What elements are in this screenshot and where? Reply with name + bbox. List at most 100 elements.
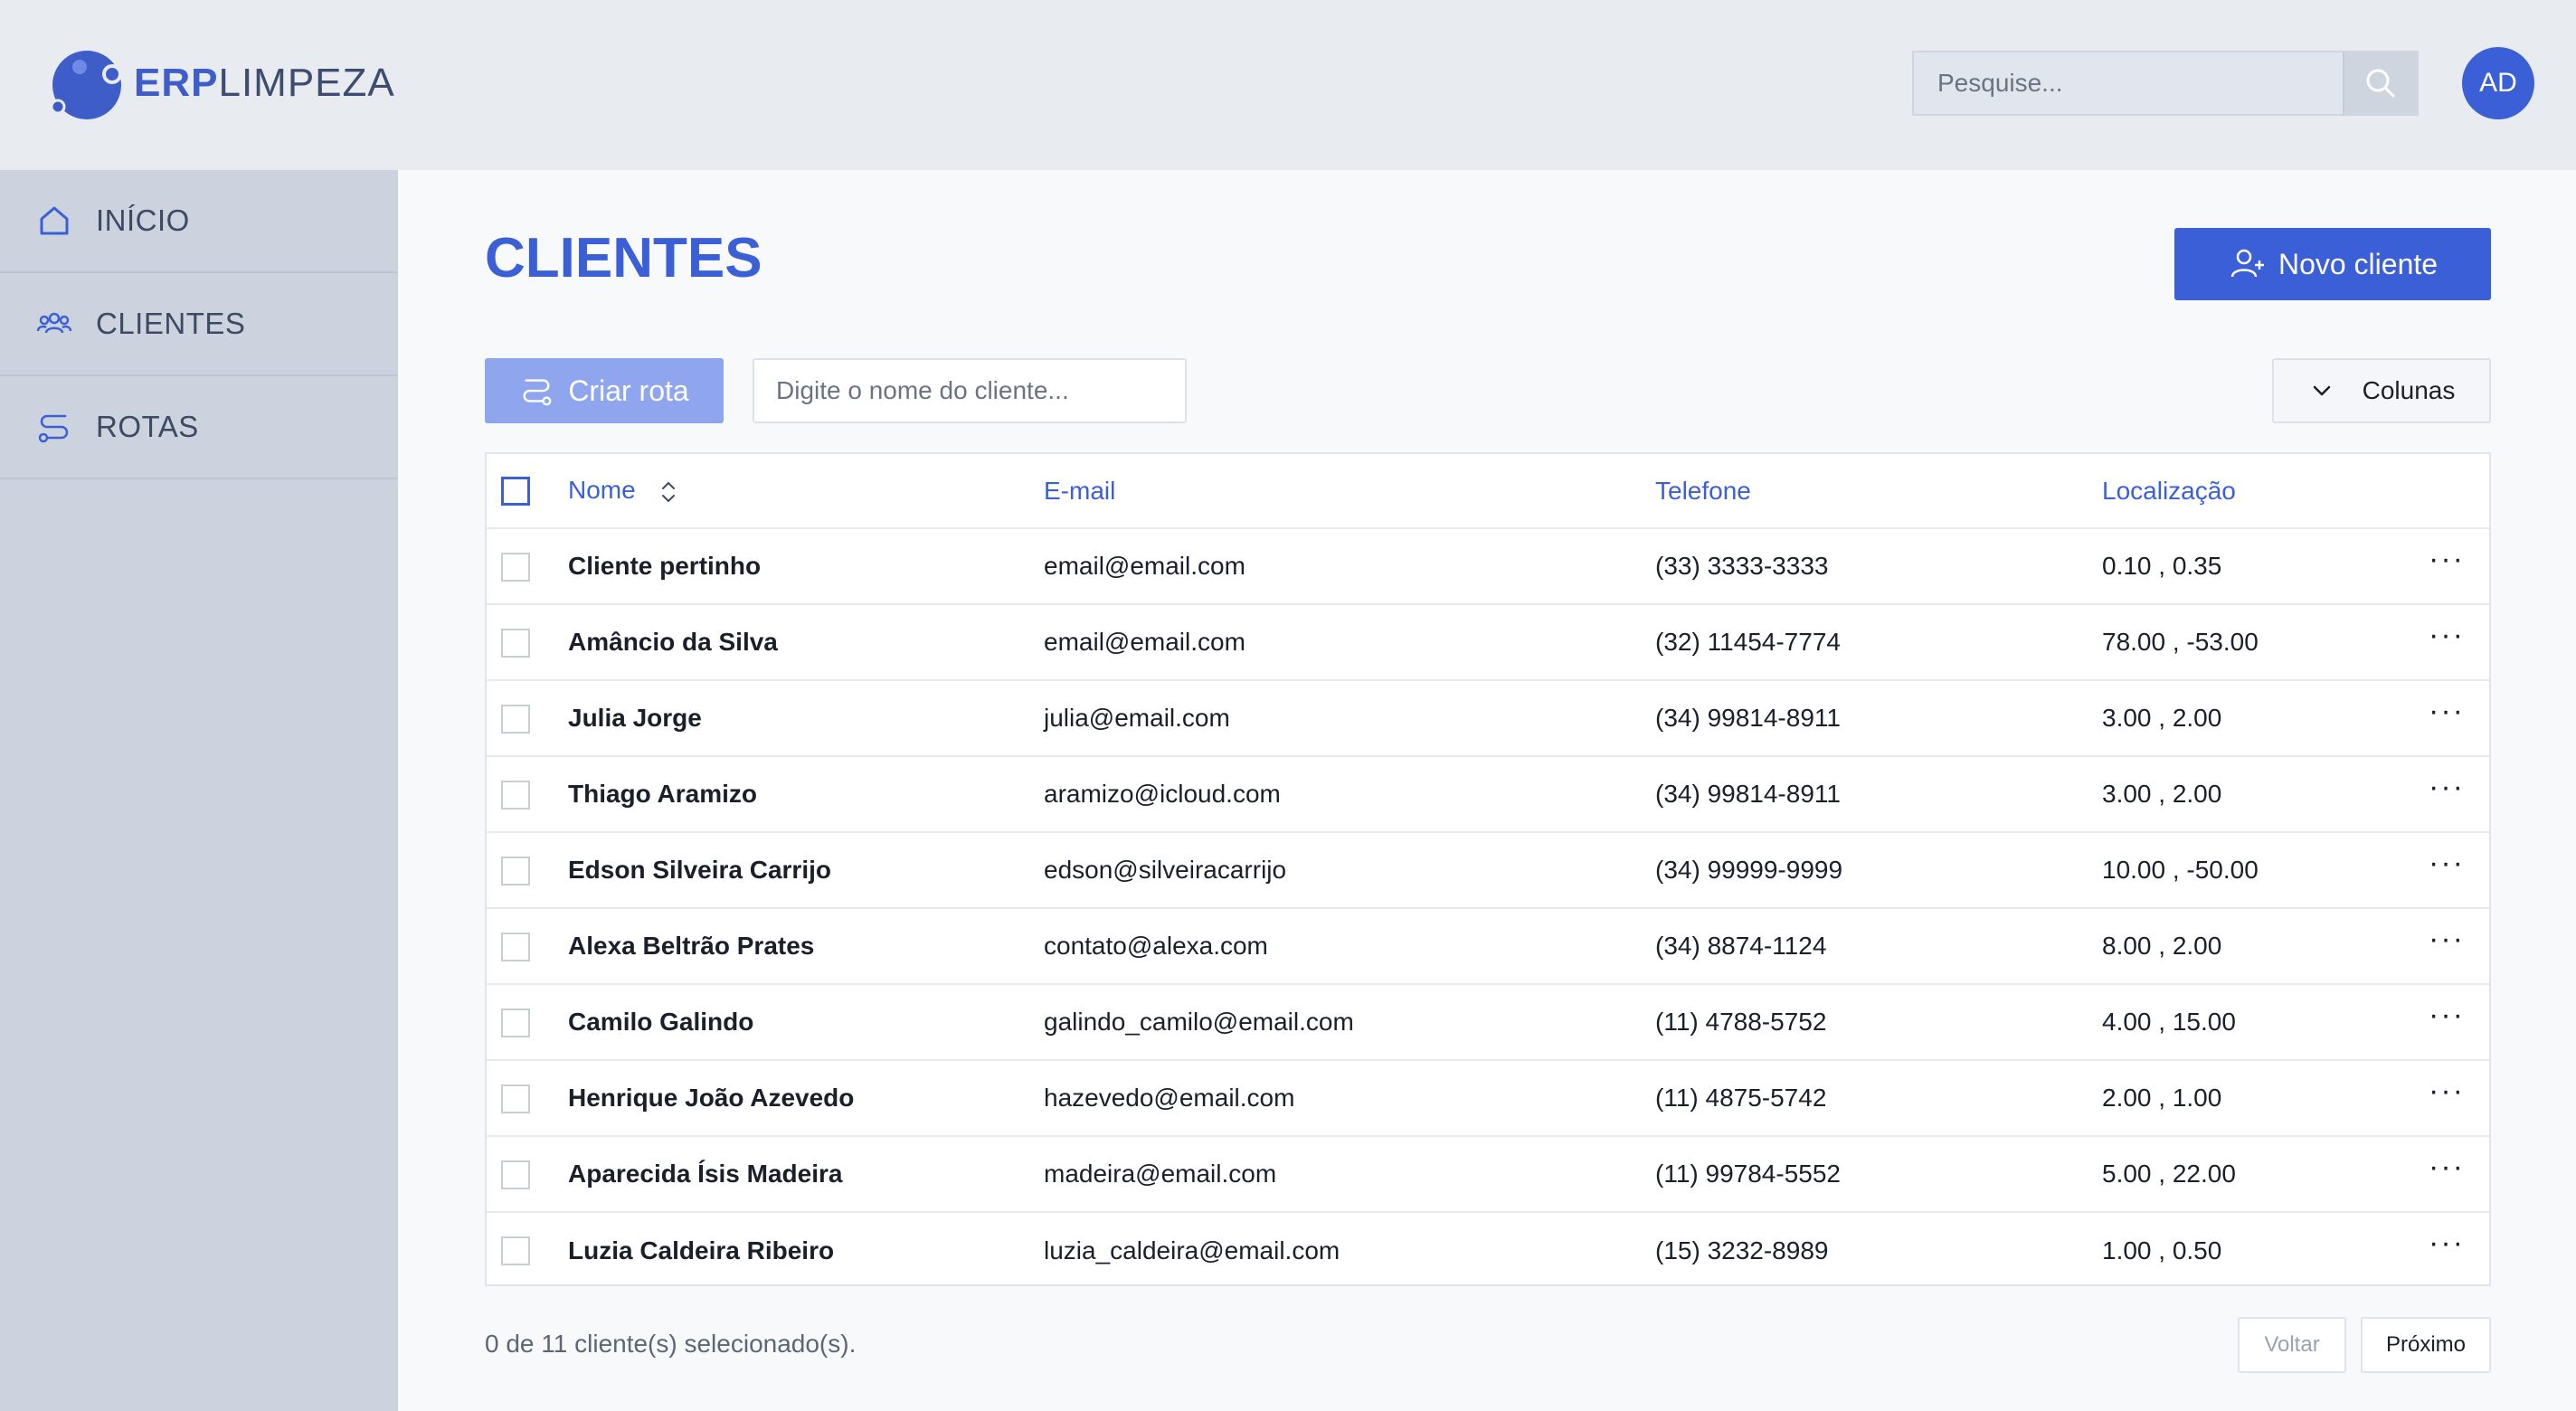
sidebar-item-label: ROTAS xyxy=(96,410,199,443)
client-phone: (34) 99814-8911 xyxy=(1655,780,1841,808)
column-header-location[interactable]: Localização xyxy=(2102,454,2404,528)
new-client-button[interactable]: Novo cliente xyxy=(2174,228,2491,300)
brand-logo[interactable]: ERPLIMPEZA xyxy=(42,40,395,127)
columns-label: Colunas xyxy=(2362,376,2456,404)
client-name: Amâncio da Silva xyxy=(568,628,778,656)
row-checkbox[interactable] xyxy=(501,932,530,961)
table-row[interactable]: Julia Jorge julia@email.com (34) 99814-8… xyxy=(487,680,2489,756)
client-name: Cliente pertinho xyxy=(568,552,762,580)
column-header-phone[interactable]: Telefone xyxy=(1655,454,2102,528)
selection-status: 0 de 11 cliente(s) selecionado(s). xyxy=(485,1330,857,1358)
sidebar-item-inicio[interactable]: INÍCIO xyxy=(0,170,398,273)
new-client-label: Novo cliente xyxy=(2278,247,2439,280)
user-plus-icon xyxy=(2230,249,2264,278)
create-route-button[interactable]: Criar rota xyxy=(485,358,724,423)
search-button[interactable] xyxy=(2343,52,2417,114)
sidebar-item-clientes[interactable]: CLIENTES xyxy=(0,273,398,376)
client-location: 4.00 , 15.00 xyxy=(2102,1008,2236,1036)
row-actions-button[interactable]: ··· xyxy=(2429,1150,2465,1184)
row-actions-button[interactable]: ··· xyxy=(2429,998,2465,1032)
row-actions-button[interactable]: ··· xyxy=(2429,1074,2465,1108)
client-name: Thiago Aramizo xyxy=(568,780,757,808)
client-location: 2.00 , 1.00 xyxy=(2102,1084,2222,1112)
table-row[interactable]: Cliente pertinho email@email.com (33) 33… xyxy=(487,528,2489,604)
row-actions-button[interactable]: ··· xyxy=(2429,542,2465,576)
table-row[interactable]: Luzia Caldeira Ribeiro luzia_caldeira@em… xyxy=(487,1212,2489,1288)
clients-table: Nome E-mail Telefone Localização Cliente… xyxy=(485,452,2491,1286)
next-page-button[interactable]: Próximo xyxy=(2361,1317,2491,1373)
top-header: ERPLIMPEZA AD xyxy=(0,0,2576,170)
sort-icon[interactable] xyxy=(658,478,678,506)
client-phone: (11) 99784-5552 xyxy=(1655,1160,1841,1188)
sidebar-item-label: INÍCIO xyxy=(96,204,190,237)
table-row[interactable]: Amâncio da Silva email@email.com (32) 11… xyxy=(487,604,2489,680)
client-email: edson@silveiracarrijo xyxy=(1044,856,1287,884)
client-email: hazevedo@email.com xyxy=(1044,1084,1295,1112)
row-checkbox[interactable] xyxy=(501,856,530,885)
client-email: aramizo@icloud.com xyxy=(1044,780,1281,808)
client-filter-input[interactable] xyxy=(753,358,1187,423)
client-name: Camilo Galindo xyxy=(568,1008,754,1036)
row-checkbox[interactable] xyxy=(501,1008,530,1037)
column-header-name[interactable]: Nome xyxy=(568,454,1044,528)
brand-light: LIMPEZA xyxy=(218,61,395,105)
client-name: Aparecida Ísis Madeira xyxy=(568,1160,843,1188)
select-all-checkbox[interactable] xyxy=(501,477,530,507)
sidebar: INÍCIO CLIENTES ROTAS xyxy=(0,170,398,1411)
client-phone: (15) 3232-8989 xyxy=(1655,1236,1829,1264)
row-checkbox[interactable] xyxy=(501,780,530,810)
row-actions-button[interactable]: ··· xyxy=(2429,694,2465,728)
row-actions-button[interactable]: ··· xyxy=(2429,770,2465,804)
route-icon xyxy=(523,379,552,406)
row-checkbox[interactable] xyxy=(501,552,530,582)
client-location: 78.00 , -53.00 xyxy=(2102,628,2259,656)
table-row[interactable]: Camilo Galindo galindo_camilo@email.com … xyxy=(487,984,2489,1060)
client-location: 8.00 , 2.00 xyxy=(2102,932,2222,960)
row-checkbox[interactable] xyxy=(501,628,530,658)
row-actions-button[interactable]: ··· xyxy=(2429,618,2465,652)
client-phone: (34) 99999-9999 xyxy=(1655,856,1843,884)
table-row[interactable]: Edson Silveira Carrijo edson@silveiracar… xyxy=(487,832,2489,908)
client-email: julia@email.com xyxy=(1044,704,1230,732)
brand-bold: ERP xyxy=(134,61,219,105)
client-email: galindo_camilo@email.com xyxy=(1044,1008,1354,1036)
client-name: Edson Silveira Carrijo xyxy=(568,856,831,884)
home-icon xyxy=(40,206,69,235)
table-row[interactable]: Alexa Beltrão Prates contato@alexa.com (… xyxy=(487,908,2489,984)
chevron-down-icon xyxy=(2313,385,2330,396)
user-avatar[interactable]: AD xyxy=(2462,47,2534,119)
client-email: email@email.com xyxy=(1044,552,1245,580)
client-phone: (34) 8874-1124 xyxy=(1655,932,1827,960)
client-phone: (32) 11454-7774 xyxy=(1655,628,1841,656)
row-checkbox[interactable] xyxy=(501,704,530,734)
client-name: Luzia Caldeira Ribeiro xyxy=(568,1236,835,1264)
users-icon xyxy=(36,312,72,334)
row-actions-button[interactable]: ··· xyxy=(2429,1226,2465,1260)
table-row[interactable]: Henrique João Azevedo hazevedo@email.com… xyxy=(487,1060,2489,1136)
search-icon xyxy=(2366,69,2395,98)
previous-page-button[interactable]: Voltar xyxy=(2238,1317,2346,1373)
search-input[interactable] xyxy=(1914,52,2343,114)
sidebar-item-label: CLIENTES xyxy=(96,307,246,340)
column-header-email[interactable]: E-mail xyxy=(1044,454,1655,528)
client-location: 0.10 , 0.35 xyxy=(2102,552,2222,580)
sidebar-item-rotas[interactable]: ROTAS xyxy=(0,376,398,479)
row-actions-button[interactable]: ··· xyxy=(2429,922,2465,956)
row-actions-button[interactable]: ··· xyxy=(2429,846,2465,880)
column-header-name-label: Nome xyxy=(568,476,636,505)
column-header-actions xyxy=(2404,454,2489,528)
brand-name: ERPLIMPEZA xyxy=(134,61,395,106)
row-checkbox[interactable] xyxy=(501,1236,530,1266)
table-row[interactable]: Thiago Aramizo aramizo@icloud.com (34) 9… xyxy=(487,756,2489,832)
create-route-label: Criar rota xyxy=(568,374,689,407)
client-email: madeira@email.com xyxy=(1044,1160,1277,1188)
row-checkbox[interactable] xyxy=(501,1084,530,1113)
client-phone: (33) 3333-3333 xyxy=(1655,552,1829,580)
route-icon xyxy=(38,414,69,443)
table-row[interactable]: Aparecida Ísis Madeira madeira@email.com… xyxy=(487,1136,2489,1212)
client-email: contato@alexa.com xyxy=(1044,932,1268,960)
row-checkbox[interactable] xyxy=(501,1160,530,1189)
columns-dropdown-button[interactable]: Colunas xyxy=(2272,358,2491,423)
client-location: 1.00 , 0.50 xyxy=(2102,1236,2222,1264)
client-location: 3.00 , 2.00 xyxy=(2102,704,2222,732)
